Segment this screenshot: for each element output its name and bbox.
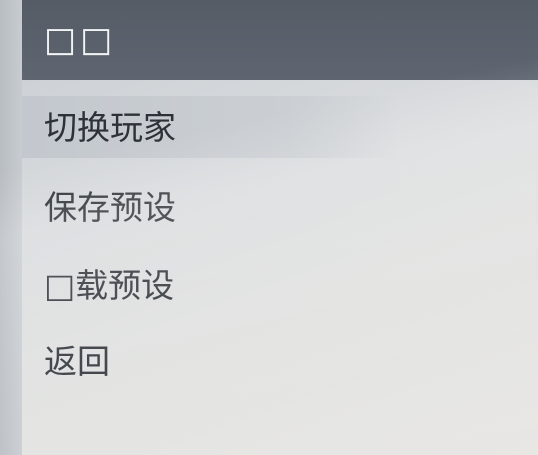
menu-header: □□ bbox=[22, 0, 538, 80]
menu-item-load-preset[interactable]: □载预设 bbox=[22, 254, 322, 316]
menu-item-label: 切换玩家 bbox=[44, 107, 176, 147]
screen: □□ 切换玩家 保存预设 □载预设 返回 bbox=[0, 0, 538, 455]
menu-item-save-preset[interactable]: 保存预设 bbox=[22, 176, 322, 238]
menu-title: □□ bbox=[44, 20, 117, 60]
left-edge-strip bbox=[0, 0, 22, 455]
menu-item-label: □载预设 bbox=[44, 265, 175, 305]
menu-panel: □□ 切换玩家 保存预设 □载预设 返回 bbox=[22, 0, 538, 455]
menu-item-label: 返回 bbox=[44, 341, 110, 381]
menu-item-back[interactable]: 返回 bbox=[22, 330, 322, 392]
menu-item-label: 保存预设 bbox=[44, 187, 176, 227]
menu-item-switch-player[interactable]: 切换玩家 bbox=[22, 96, 402, 158]
